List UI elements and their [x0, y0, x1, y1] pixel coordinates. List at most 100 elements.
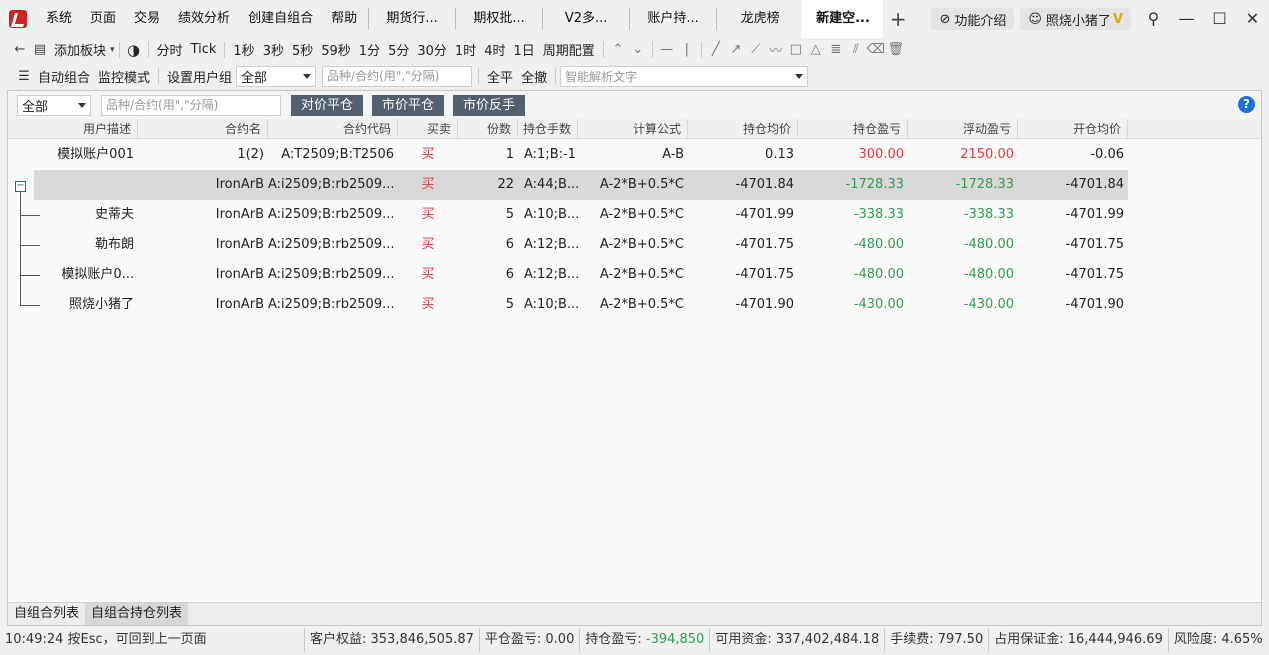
- tf-tick[interactable]: Tick: [187, 42, 221, 57]
- eraser-icon[interactable]: ⌫: [866, 42, 886, 57]
- tab-combo-list[interactable]: 自组合列表: [8, 603, 85, 625]
- add-block-button[interactable]: 添加板块: [50, 40, 110, 59]
- cell-user: 照烧小猪了: [68, 297, 134, 312]
- col-open-avg[interactable]: 开仓均价: [1018, 119, 1128, 139]
- hold-pnl-label: 持仓盈亏:: [585, 632, 646, 647]
- back-arrow-icon[interactable]: ←: [10, 42, 30, 57]
- menu-system[interactable]: 系统: [37, 0, 81, 38]
- period-config-button[interactable]: 周期配置: [539, 40, 599, 59]
- triangle-icon[interactable]: △: [806, 42, 826, 57]
- minimize-icon[interactable]: —: [1170, 0, 1203, 38]
- col-formula[interactable]: 计算公式: [578, 119, 688, 139]
- horizontal-line-icon[interactable]: —: [657, 42, 677, 57]
- table-row[interactable]: IronArB A:i2509;B:rb2509... 买 22 A:44;B... A-…: [34, 170, 1128, 200]
- status-time-hint: 10:49:24 按Esc，可回到上一页面: [0, 628, 305, 652]
- user-button[interactable]: ☺ 照烧小猪了 V: [1020, 8, 1131, 30]
- tf-1s[interactable]: 1秒: [229, 40, 258, 59]
- segment-line-icon[interactable]: ⟋: [746, 42, 766, 57]
- symbol-input[interactable]: 品种/合约(用","分隔): [322, 65, 473, 87]
- market-price-reverse-button[interactable]: 市价反手: [453, 94, 526, 116]
- cell-user: [8, 170, 138, 200]
- menu-trade[interactable]: 交易: [125, 0, 169, 38]
- col-side[interactable]: 买卖: [398, 119, 458, 139]
- close-icon[interactable]: ✕: [1236, 0, 1269, 38]
- pin-icon[interactable]: ⚲: [1137, 0, 1170, 38]
- tf-4h[interactable]: 4时: [480, 40, 509, 59]
- cancel-all-button[interactable]: 全撤: [517, 67, 551, 86]
- table-row[interactable]: 史蒂夫 IronArB A:i2509;B:rb2509... 买 5 A:10;B...…: [8, 200, 1128, 230]
- tf-1m[interactable]: 1分: [355, 40, 384, 59]
- table-row[interactable]: 照烧小猪了 IronArB A:i2509;B:rb2509... 买 5 A:10;B.…: [8, 290, 1128, 320]
- filter-select[interactable]: 全部: [17, 94, 91, 116]
- menu-performance[interactable]: 绩效分析: [169, 0, 239, 38]
- col-hands[interactable]: 持仓手数: [518, 119, 578, 139]
- add-tab-button[interactable]: +: [883, 0, 913, 38]
- trash-icon[interactable]: 🗑: [886, 42, 906, 57]
- col-contract-code[interactable]: 合约代码: [268, 119, 398, 139]
- maximize-icon[interactable]: ☐: [1203, 0, 1236, 38]
- smart-parse-select[interactable]: 智能解析文字: [560, 65, 809, 87]
- cell-float-pnl: -480.00: [963, 237, 1014, 252]
- tf-5m[interactable]: 5分: [384, 40, 413, 59]
- toolbar-separator: [224, 41, 226, 58]
- tf-59s[interactable]: 59秒: [317, 40, 355, 59]
- menu-create-combo[interactable]: 创建自组合: [239, 0, 322, 38]
- app-logo-icon[interactable]: [9, 10, 27, 28]
- tab-options-batch[interactable]: 期权批...: [458, 0, 540, 38]
- feature-intro-button[interactable]: ⊘ 功能介绍: [931, 8, 1015, 30]
- col-contract-name[interactable]: 合约名: [138, 119, 268, 139]
- table-row[interactable]: 勒布朗 IronArB A:i2509;B:rb2509... 买 6 A:12;B...…: [8, 230, 1128, 260]
- cell-contract-name: IronArB: [215, 297, 264, 312]
- tab-v2-multi[interactable]: V2多...: [545, 0, 627, 38]
- col-position-pnl[interactable]: 持仓盈亏: [798, 119, 908, 139]
- col-avg-price[interactable]: 持仓均价: [688, 119, 798, 139]
- table-row[interactable]: 模拟账户0... IronArB A:i2509;B:rb2509... 买 6 A:12…: [8, 260, 1128, 290]
- tab-account-holdings[interactable]: 账户持...: [632, 0, 714, 38]
- monitor-mode-button[interactable]: 监控模式: [94, 67, 154, 86]
- tf-1d[interactable]: 1日: [509, 40, 538, 59]
- text-icon[interactable]: ≣: [826, 42, 846, 57]
- market-price-close-button[interactable]: 市价平仓: [372, 94, 445, 116]
- theme-toggle-icon[interactable]: ◑: [124, 41, 144, 59]
- polyline-icon[interactable]: 〰: [766, 40, 786, 59]
- double-up-icon[interactable]: ⌃: [608, 42, 628, 57]
- tab-combo-position-list[interactable]: 自组合持仓列表: [85, 603, 189, 625]
- tf-1h[interactable]: 1时: [451, 40, 480, 59]
- tab-new-blank[interactable]: 新建空...: [801, 0, 884, 38]
- vertical-line-icon[interactable]: |: [677, 42, 697, 57]
- table-row[interactable]: 模拟账户001 1(2) A:T2509;B:T2506 买 1 A:1;B:-1 A-B 0…: [8, 140, 1128, 170]
- double-down-icon[interactable]: ⌄: [628, 42, 648, 57]
- cell-open-avg: -4701.84: [1065, 177, 1124, 192]
- col-qty[interactable]: 份数: [458, 119, 518, 139]
- auto-combo-button[interactable]: 自动组合: [34, 67, 94, 86]
- filter-symbol-input[interactable]: 品种/合约(用","分隔): [101, 94, 281, 116]
- tab-separator: [368, 8, 370, 30]
- counter-price-close-button[interactable]: 对价平仓: [291, 94, 364, 116]
- ray-line-icon[interactable]: ↗: [726, 42, 746, 57]
- menu-help[interactable]: 帮助: [322, 0, 366, 38]
- col-user-desc[interactable]: 用户描述: [8, 119, 138, 139]
- tab-separator: [716, 8, 718, 30]
- tf-3s[interactable]: 3秒: [259, 40, 288, 59]
- rectangle-icon[interactable]: □: [786, 42, 806, 57]
- add-block-icon[interactable]: ▤: [30, 42, 50, 57]
- tf-5s[interactable]: 5秒: [288, 40, 317, 59]
- sliders-icon[interactable]: ☰: [14, 69, 34, 84]
- toolbar-separator: [651, 41, 653, 58]
- close-all-button[interactable]: 全平: [483, 67, 517, 86]
- tf-timeshare[interactable]: 分时: [153, 40, 187, 59]
- user-group-select[interactable]: 全部: [236, 65, 317, 87]
- trend-line-icon[interactable]: ╱: [706, 42, 726, 57]
- parallel-line-icon[interactable]: ⫽: [846, 42, 866, 57]
- tf-30m[interactable]: 30分: [413, 40, 451, 59]
- menu-page[interactable]: 页面: [81, 0, 125, 38]
- col-float-pnl[interactable]: 浮动盈亏: [908, 119, 1018, 139]
- cell-formula: A-B: [662, 147, 684, 162]
- tab-dragon-tiger[interactable]: 龙虎榜: [719, 0, 801, 38]
- add-block-dropdown-icon[interactable]: ▾: [110, 45, 115, 55]
- vip-badge: V: [1112, 11, 1123, 27]
- help-icon[interactable]: ?: [1238, 96, 1255, 113]
- tab-futures-quote[interactable]: 期货行...: [371, 0, 453, 38]
- filter-bar: 全部 品种/合约(用","分隔) 对价平仓 市价平仓 市价反手 ?: [8, 91, 1261, 119]
- cell-contract-name: 1(2): [237, 147, 264, 162]
